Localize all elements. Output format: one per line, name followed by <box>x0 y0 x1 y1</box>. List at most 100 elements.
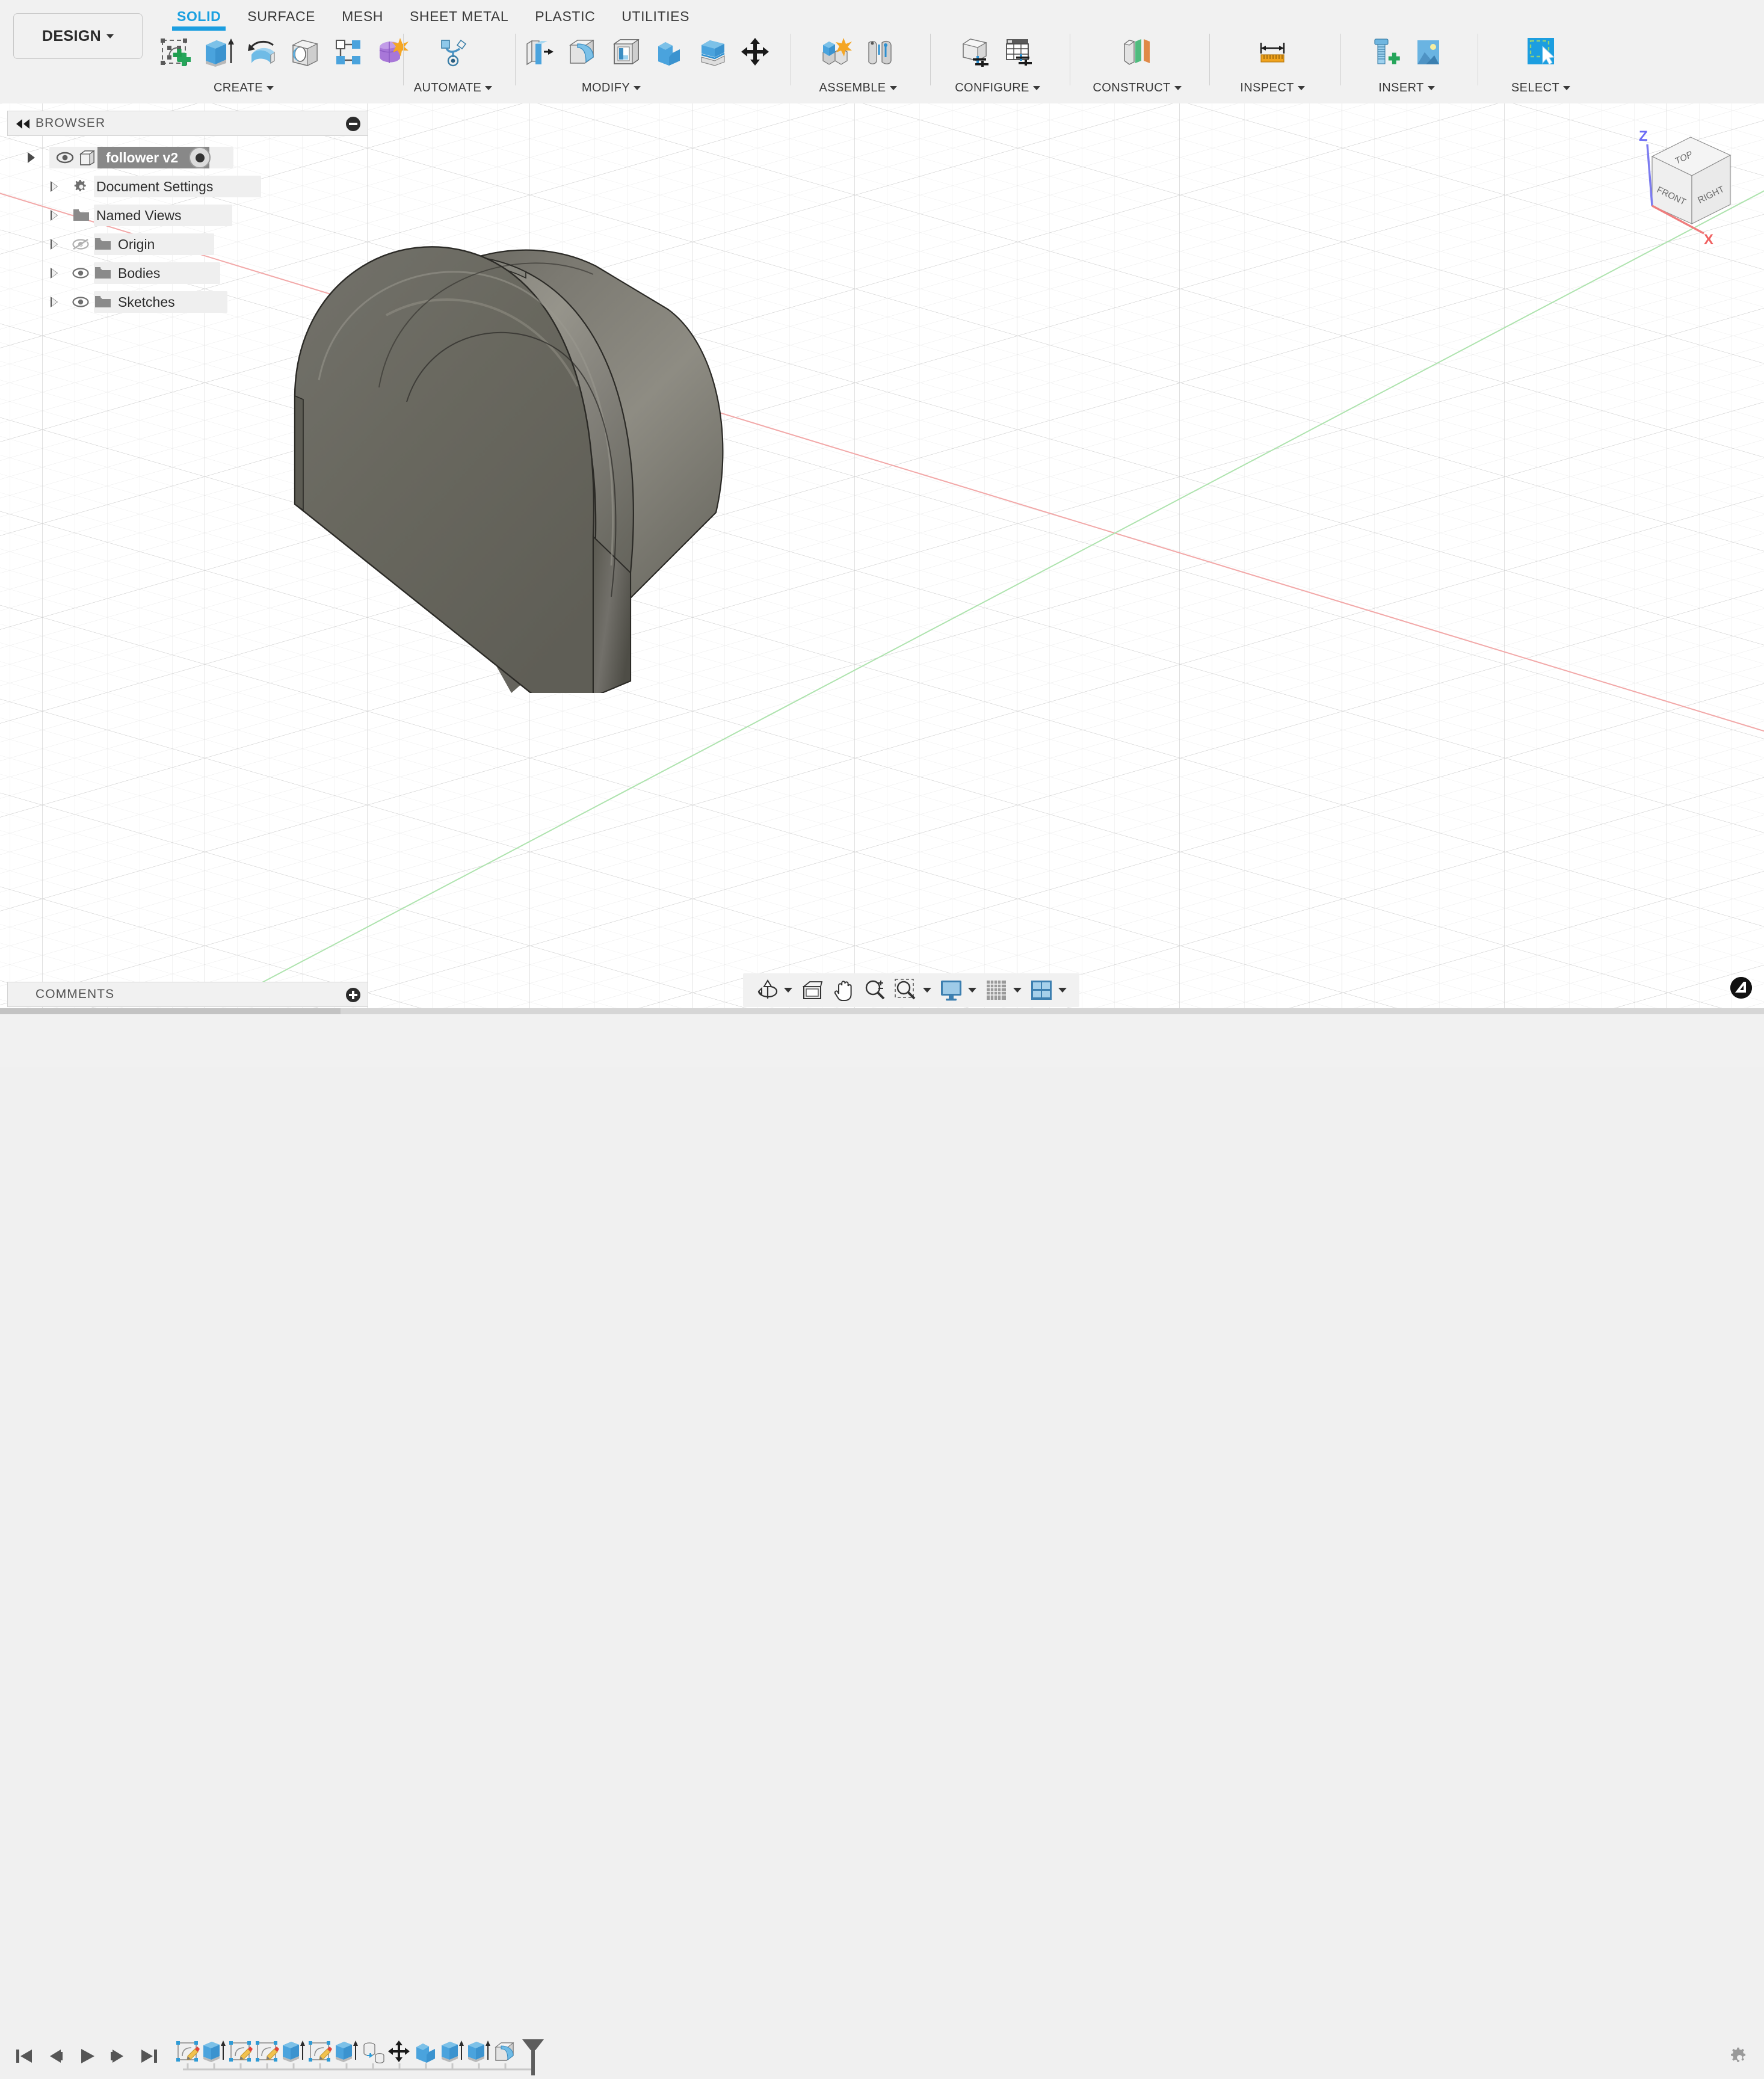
comments-title: COMMENTS <box>35 987 115 1001</box>
go-to-beginning-button[interactable] <box>8 2043 40 2069</box>
panel-separator <box>1209 34 1210 85</box>
chevron-down-icon[interactable] <box>1013 988 1022 993</box>
browser-panel-header: BROWSER <box>7 111 368 136</box>
visibility-eye-hidden-icon[interactable] <box>70 230 91 258</box>
revolve-button[interactable] <box>242 31 281 73</box>
timeline[interactable] <box>174 2037 560 2079</box>
workspace-switcher[interactable]: DESIGN <box>13 13 143 59</box>
tab-mesh[interactable]: MESH <box>328 4 396 25</box>
timeline-track[interactable] <box>174 2037 560 2079</box>
timeline-feature[interactable] <box>441 2040 464 2063</box>
tab-plastic[interactable]: PLASTIC <box>522 4 608 25</box>
combine-button[interactable] <box>650 31 689 73</box>
timeline-feature[interactable] <box>255 2040 280 2062</box>
fillet-button[interactable] <box>564 31 602 73</box>
configure-body-icon <box>962 38 988 67</box>
timeline-feature[interactable] <box>203 2040 226 2063</box>
chevron-down-icon[interactable] <box>923 988 931 993</box>
tree-item-bodies[interactable]: Bodies <box>24 259 385 288</box>
fit-button[interactable] <box>892 976 920 1004</box>
create-sketch-button[interactable] <box>156 31 194 73</box>
chevron-down-icon <box>1427 86 1435 91</box>
move-copy-button[interactable] <box>737 31 776 73</box>
tab-surface[interactable]: SURFACE <box>234 4 328 25</box>
view-cube[interactable]: TOP FRONT RIGHT Z X <box>1612 120 1763 259</box>
timeline-feature[interactable] <box>176 2040 200 2062</box>
expand-arrow-icon[interactable] <box>47 288 63 316</box>
tab-solid[interactable]: SOLID <box>164 4 234 31</box>
offset-plane-button[interactable] <box>1118 31 1156 73</box>
panel-divider[interactable] <box>0 1008 1764 1014</box>
expand-arrow-icon[interactable] <box>47 202 63 229</box>
timeline-feature[interactable] <box>229 2040 253 2062</box>
tree-item-sketches[interactable]: Sketches <box>24 288 385 316</box>
select-button[interactable] <box>1522 31 1560 73</box>
tab-sheet-metal[interactable]: SHEET METAL <box>396 4 522 25</box>
tree-item-named-views[interactable]: Named Views <box>24 201 385 230</box>
tab-utilities[interactable]: UTILITIES <box>608 4 703 25</box>
plus-icon[interactable] <box>346 988 360 1002</box>
tree-item-document-settings[interactable]: Document Settings <box>24 172 385 201</box>
timeline-feature[interactable] <box>363 2042 384 2064</box>
activate-component-radio[interactable] <box>189 147 211 168</box>
press-pull-icon <box>526 40 554 66</box>
expand-arrow-icon[interactable] <box>47 259 63 287</box>
chevron-down-icon[interactable] <box>1058 988 1067 993</box>
step-back-button[interactable] <box>40 2043 71 2069</box>
minus-icon[interactable] <box>346 117 360 131</box>
panel-automate-label: AUTOMATE <box>405 81 501 95</box>
measure-button[interactable] <box>1253 31 1292 73</box>
autodesk-logo-icon <box>1730 977 1752 999</box>
joint-icon <box>868 40 892 64</box>
look-at-button[interactable] <box>798 976 826 1004</box>
pan-button[interactable] <box>830 976 857 1004</box>
insert-canvas-button[interactable] <box>1409 31 1448 73</box>
insert-mcmaster-button[interactable] <box>1366 31 1404 73</box>
timeline-feature[interactable] <box>467 2040 491 2063</box>
visibility-eye-icon[interactable] <box>54 144 76 171</box>
divider-handle[interactable] <box>0 1008 341 1014</box>
automate-button[interactable] <box>434 31 472 73</box>
timeline-feature[interactable] <box>282 2040 306 2063</box>
folder-icon <box>91 259 114 287</box>
timeline-feature[interactable] <box>495 2042 514 2061</box>
grid-snaps-button[interactable] <box>982 976 1010 1004</box>
configuration-table-button[interactable] <box>1000 31 1038 73</box>
hole-button[interactable] <box>286 31 324 73</box>
chevron-down-icon[interactable] <box>784 988 792 993</box>
orbit-button[interactable] <box>753 976 781 1004</box>
tree-item-follower[interactable]: follower v2 <box>24 143 385 172</box>
tree-item-origin[interactable]: Origin <box>24 230 385 259</box>
viewports-button[interactable] <box>1028 976 1055 1004</box>
offset-face-button[interactable] <box>694 31 732 73</box>
expand-arrow-icon[interactable] <box>47 230 63 258</box>
press-pull-button[interactable] <box>520 31 559 73</box>
pattern-button[interactable] <box>329 31 368 73</box>
panel-separator <box>1340 34 1341 85</box>
timeline-feature[interactable] <box>416 2044 435 2063</box>
collapse-left-icon[interactable] <box>15 117 31 131</box>
visibility-eye-icon[interactable] <box>70 259 91 287</box>
offset-face-icon <box>701 40 725 66</box>
display-settings-button[interactable] <box>937 976 965 1004</box>
shell-button[interactable] <box>607 31 646 73</box>
extrude-button[interactable] <box>199 31 238 73</box>
orbit-icon <box>757 979 778 999</box>
chevron-down-icon[interactable] <box>968 988 976 993</box>
configure-body-button[interactable] <box>957 31 995 73</box>
z-axis-indicator <box>1646 144 1653 206</box>
play-button[interactable] <box>71 2043 102 2069</box>
timeline-feature[interactable] <box>308 2040 333 2062</box>
new-component-button[interactable] <box>817 31 856 73</box>
gear-icon[interactable] <box>1729 2047 1751 2068</box>
expand-arrow-icon[interactable] <box>47 173 63 200</box>
go-to-end-button[interactable] <box>134 2043 165 2069</box>
timeline-feature[interactable] <box>388 2040 410 2062</box>
joint-button[interactable] <box>860 31 899 73</box>
zoom-button[interactable] <box>861 976 889 1004</box>
timeline-feature[interactable] <box>335 2040 359 2063</box>
step-forward-button[interactable] <box>102 2043 134 2069</box>
expand-arrow-icon[interactable] <box>24 144 40 171</box>
comments-panel-header[interactable]: COMMENTS <box>7 982 368 1007</box>
visibility-eye-icon[interactable] <box>70 288 91 316</box>
